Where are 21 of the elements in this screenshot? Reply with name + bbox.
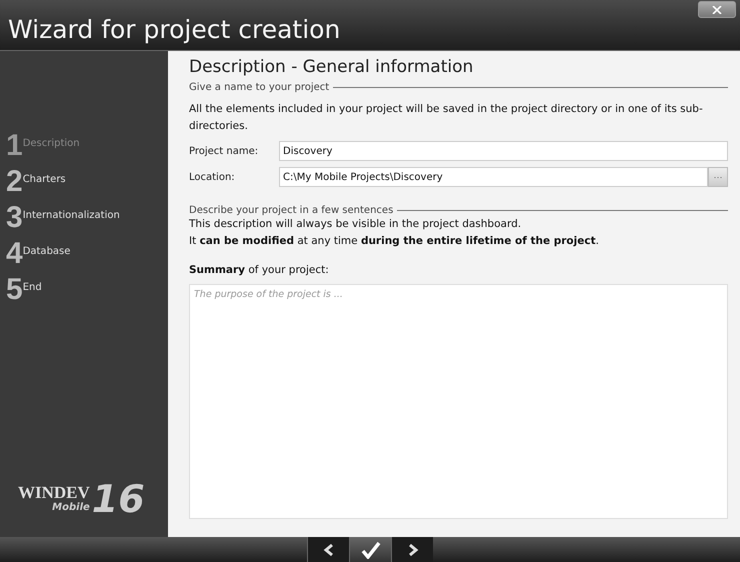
location-field[interactable]: C:\My Mobile Projects\Discovery [279,167,708,187]
field-label: Project name: [189,146,260,156]
finish-button[interactable] [349,537,391,562]
chevron-left-icon [322,542,336,556]
browse-button[interactable]: ··· [708,167,728,187]
info-text: It can be modified at any time during the entire lifetime of the project. [189,234,600,249]
page-heading: Description - General information [189,57,474,77]
close-icon [712,6,722,14]
checkmark-icon [360,540,380,558]
section-title: Give a name to your project [189,82,330,93]
info-text: All the elements included in your project will be saved in the project directory or in one of its sub-directories. [189,102,704,134]
info-text: This description will always be visible in the project dashboard. [189,217,522,232]
section-title: Describe your project in a few sentences [189,205,394,216]
project-name-field[interactable]: Discovery [279,141,728,161]
window-title: Wizard for project creation [7,15,340,46]
summary-label: Summary of your project: [189,264,330,276]
summary-field[interactable]: The purpose of the project is ... [189,284,728,519]
field-label: Location: [189,172,236,182]
back-button[interactable] [307,537,349,562]
next-button[interactable] [391,537,433,562]
close-button[interactable] [698,1,736,18]
